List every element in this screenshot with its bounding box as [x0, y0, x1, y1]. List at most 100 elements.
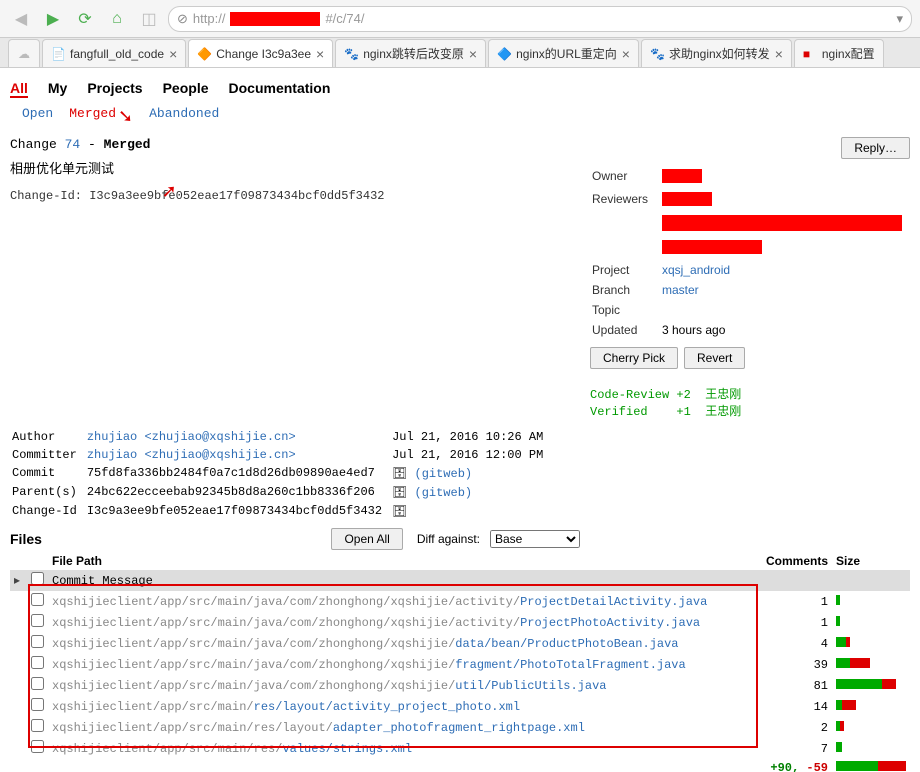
verified-score: +1 [676, 405, 690, 419]
menu-documentation[interactable]: Documentation [229, 80, 331, 98]
commit-label: Commit [12, 465, 85, 482]
file-checkbox[interactable] [31, 572, 44, 585]
review-section: Code-Review +2 王忠刚 Verified +1 王忠刚 [590, 375, 910, 429]
file-checkbox[interactable] [31, 593, 44, 606]
commit-message-label[interactable]: Commit Message [48, 570, 757, 591]
file-checkbox[interactable] [31, 677, 44, 690]
tab-1[interactable]: 🔶Change I3c9a3ee× [188, 39, 333, 67]
flag-button[interactable]: ◫ [136, 6, 162, 32]
close-icon[interactable]: × [469, 46, 477, 62]
totals-row: +90, -59 [10, 759, 910, 772]
close-icon[interactable]: × [775, 46, 783, 62]
url-bar[interactable]: ⊘ http:// #/c/74/ ▾ [168, 6, 912, 32]
size-bar [836, 637, 850, 647]
tab-0[interactable]: 📄fangfull_old_code× [42, 39, 186, 67]
file-row[interactable]: xqshijieclient/app/src/main/java/com/zho… [10, 675, 910, 696]
committer-link[interactable]: zhujiao <zhujiao@xqshijie.cn> [87, 448, 296, 462]
file-checkbox[interactable] [31, 614, 44, 627]
baidu-icon: 🐾 [344, 47, 358, 61]
size-bar [836, 742, 842, 752]
menu-people[interactable]: People [163, 80, 209, 98]
tab-3[interactable]: 🔷nginx的URL重定向× [488, 39, 639, 67]
home-button[interactable]: ⌂ [104, 6, 130, 32]
change-id-value: I3c9a3ee9bfe052eae17f09873434bcf0dd5f343… [87, 503, 390, 520]
back-button[interactable]: ◀ [8, 6, 34, 32]
file-checkbox[interactable] [31, 719, 44, 732]
close-icon[interactable]: × [316, 46, 324, 62]
tab-5[interactable]: ■nginx配置 [794, 39, 884, 67]
file-link[interactable]: xqshijieclient/app/src/main/res/layout/a… [52, 721, 585, 735]
project-link[interactable]: xqsj_android [662, 263, 730, 277]
file-row[interactable]: xqshijieclient/app/src/main/res/layout/a… [10, 717, 910, 738]
close-icon[interactable]: × [169, 46, 177, 62]
file-row[interactable]: xqshijieclient/app/src/main/java/com/zho… [10, 633, 910, 654]
reply-button[interactable]: Reply… [841, 137, 910, 159]
menu-my[interactable]: My [48, 80, 67, 98]
submenu-open[interactable]: Open [22, 106, 53, 127]
gitweb-link[interactable]: (gitweb) [415, 486, 473, 500]
shield-icon: ⊘ [177, 11, 188, 27]
file-link[interactable]: xqshijieclient/app/src/main/java/com/zho… [52, 658, 686, 672]
file-link[interactable]: xqshijieclient/app/src/main/java/com/zho… [52, 616, 700, 630]
diff-against-select[interactable]: Base [490, 530, 580, 548]
cloud-tab[interactable]: ☁ [8, 39, 40, 67]
branch-label: Branch [592, 281, 660, 299]
file-link[interactable]: xqshijieclient/app/src/main/java/com/zho… [52, 679, 607, 693]
menu-projects[interactable]: Projects [87, 80, 142, 98]
gitweb-link[interactable]: (gitweb) [415, 467, 473, 481]
updated-label: Updated [592, 321, 660, 339]
expand-icon[interactable]: ▸ [10, 570, 26, 591]
file-checkbox[interactable] [31, 656, 44, 669]
file-link[interactable]: xqshijieclient/app/src/main/res/values/s… [52, 742, 412, 756]
file-checkbox[interactable] [31, 740, 44, 753]
topic-label: Topic [592, 301, 660, 319]
close-icon[interactable]: × [622, 46, 630, 62]
file-row[interactable]: xqshijieclient/app/src/main/java/com/zho… [10, 654, 910, 675]
file-comments: 4 [757, 633, 832, 654]
file-checkbox[interactable] [31, 698, 44, 711]
page-content: All My Projects People Documentation Ope… [0, 68, 920, 772]
file-row[interactable]: xqshijieclient/app/src/main/java/com/zho… [10, 612, 910, 633]
file-link[interactable]: xqshijieclient/app/src/main/res/layout/a… [52, 700, 520, 714]
branch-link[interactable]: master [662, 283, 699, 297]
submenu-abandoned[interactable]: Abandoned [149, 106, 219, 127]
url-scheme: http:// [193, 11, 226, 26]
cherry-pick-button[interactable]: Cherry Pick [590, 347, 678, 369]
file-link[interactable]: xqshijieclient/app/src/main/java/com/zho… [52, 637, 679, 651]
open-all-button[interactable]: Open All [331, 528, 402, 550]
annotation-arrow: ➘ [118, 106, 133, 127]
reload-button[interactable]: ⟳ [72, 6, 98, 32]
author-link[interactable]: zhujiao <zhujiao@xqshijie.cn> [87, 430, 296, 444]
author-label: Author [12, 429, 85, 445]
updated-value: 3 hours ago [662, 321, 908, 339]
th-file-path: File Path [48, 552, 757, 570]
change-number[interactable]: 74 [65, 137, 81, 152]
file-comments: 1 [757, 591, 832, 612]
url-input[interactable] [369, 11, 891, 26]
csdn-icon: ■ [803, 47, 817, 61]
project-label: Project [592, 261, 660, 279]
committer-label: Committer [12, 447, 85, 463]
dropdown-icon[interactable]: ▾ [896, 11, 903, 27]
browser-toolbar: ◀ ▶ ⟳ ⌂ ◫ ⊘ http:// #/c/74/ ▾ [0, 0, 920, 38]
verified-label: Verified [590, 405, 648, 419]
tab-4[interactable]: 🐾求助nginx如何转发× [641, 39, 792, 67]
revert-button[interactable]: Revert [684, 347, 745, 369]
submenu-merged[interactable]: Merged [69, 106, 116, 127]
file-link[interactable]: xqshijieclient/app/src/main/java/com/zho… [52, 595, 707, 609]
commit-message-row[interactable]: ▸ Commit Message [10, 570, 910, 591]
file-row[interactable]: xqshijieclient/app/src/main/java/com/zho… [10, 591, 910, 612]
redacted-reviewer [662, 215, 902, 231]
code-review-user: 王忠刚 [705, 387, 741, 401]
file-row[interactable]: xqshijieclient/app/src/main/res/values/s… [10, 738, 910, 759]
cloud-icon: ☁ [18, 47, 30, 61]
forward-button[interactable]: ▶ [40, 6, 66, 32]
files-title: Files [10, 531, 42, 547]
menu-all[interactable]: All [10, 80, 28, 98]
change-status: Merged [104, 137, 151, 152]
file-row[interactable]: xqshijieclient/app/src/main/res/layout/a… [10, 696, 910, 717]
tab-2[interactable]: 🐾nginx跳转后改变原× [335, 39, 486, 67]
verified-user: 王忠刚 [705, 404, 741, 418]
parent-label: Parent(s) [12, 484, 85, 501]
file-checkbox[interactable] [31, 635, 44, 648]
